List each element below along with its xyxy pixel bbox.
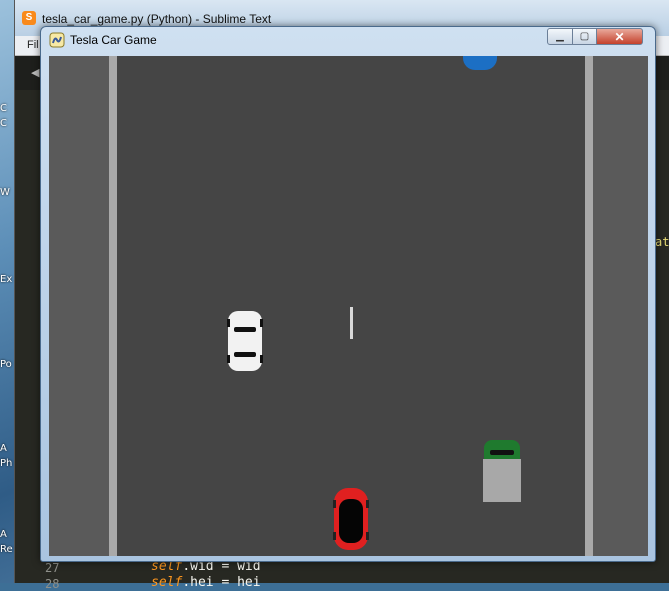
desktop-icon-label[interactable]: Re [0,544,13,555]
truck-windshield [490,450,514,455]
road-shoulder-right [593,56,648,556]
enemy-car-blue [463,56,497,70]
car-wheel [260,355,263,363]
code-fragment: at [655,235,669,249]
sublime-window-title: tesla_car_game.py (Python) - Sublime Tex… [42,12,272,26]
road-edge-line-left [109,56,117,556]
player-car-roof [339,499,363,543]
car-windshield [234,327,256,332]
truck-cargo [483,459,521,502]
car-wheel [366,500,369,508]
enemy-car-white [227,311,263,371]
car-wheel [227,319,230,327]
minimize-button[interactable]: ▁ [547,28,573,45]
line-number: 28 [45,577,60,591]
desktop-icon-label[interactable]: C [0,103,7,114]
game-window-title: Tesla Car Game [70,33,157,47]
car-wheel [366,532,369,540]
enemy-truck-green [483,440,521,502]
car-rear-window [234,352,256,357]
desktop-icon-label[interactable]: A [0,443,7,454]
close-button[interactable]: ✕ [596,28,643,45]
car-wheel [227,355,230,363]
pygame-snake-icon [49,32,65,48]
car-wheel [333,500,336,508]
game-window[interactable]: Tesla Car Game ▁ ▢ ✕ [40,26,656,562]
sublime-app-icon: S [22,11,36,25]
road-shoulder-left [49,56,109,556]
game-window-titlebar[interactable]: Tesla Car Game ▁ ▢ ✕ [41,27,655,51]
desktop-icon-label[interactable]: C [0,118,7,129]
player-car-red[interactable] [333,488,369,550]
car-wheel [333,532,336,540]
desktop-icon-label[interactable]: Ph [0,458,12,469]
line-number: 27 [45,561,60,575]
maximize-button[interactable]: ▢ [572,28,597,45]
game-canvas[interactable] [49,56,648,556]
desktop-icon-label[interactable]: Ex [0,274,12,285]
tab-scroll-left-icon[interactable]: ◀ [31,66,39,79]
road-edge-line-right [585,56,593,556]
desktop-icon-label[interactable]: W [0,187,10,198]
desktop-icon-label[interactable]: A [0,529,7,540]
desktop-icon-label[interactable]: Po [0,359,12,370]
car-wheel [260,319,263,327]
menu-file[interactable]: Fil [27,39,39,51]
lane-divider [350,307,353,339]
